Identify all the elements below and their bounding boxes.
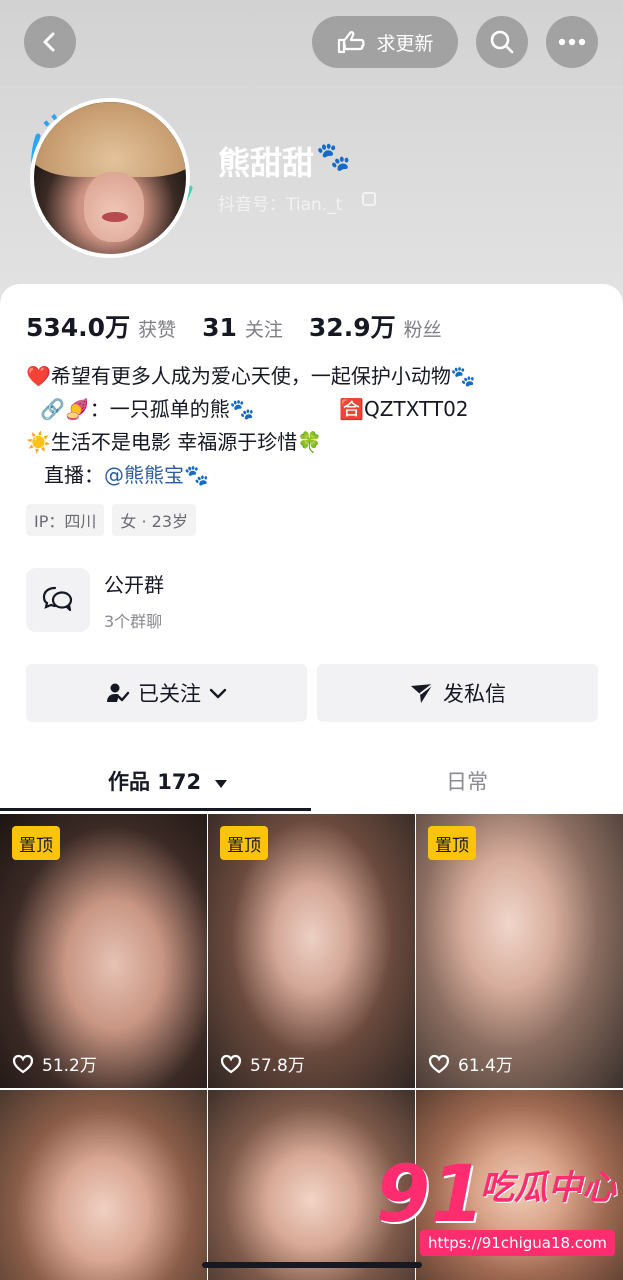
avatar[interactable]	[30, 98, 190, 258]
group-title: 公开群	[104, 572, 164, 597]
followed-label: 已关注	[138, 682, 201, 706]
user-check-icon	[107, 683, 130, 702]
video-thumbnail[interactable]: 置顶 61.4万	[416, 814, 623, 1088]
copy-icon[interactable]	[362, 192, 376, 206]
send-icon	[411, 683, 434, 703]
action-buttons: 已关注 发私信	[26, 664, 598, 722]
message-button[interactable]: 发私信	[317, 664, 598, 722]
bio-line: 🔗🍠：一只孤单的熊🐾 🈴QZTXTT02	[40, 397, 469, 421]
bio: ❤️希望有更多人成为爱心天使，一起保护小动物🐾 🔗🍠：一只孤单的熊🐾 🈴QZTX…	[26, 360, 476, 492]
video-thumbnail[interactable]: 置顶 57.8万	[208, 814, 415, 1088]
home-indicator[interactable]	[202, 1262, 422, 1268]
stat-followers[interactable]: 32.9万 粉丝	[309, 308, 442, 344]
more-button[interactable]	[546, 16, 598, 68]
public-group-entry[interactable]: 公开群 3个群聊	[26, 568, 164, 632]
video-likes: 57.8万	[220, 1051, 305, 1076]
site-watermark: 91 吃瓜中心 https://91chigua18.com	[370, 1150, 620, 1260]
profile-header: 求更新 熊甜甜 🐾 抖音号：Tian._t	[0, 0, 623, 300]
heart-icon	[220, 1054, 242, 1073]
watermark-text: 吃瓜中心	[480, 1168, 616, 1208]
live-mention-link[interactable]: @熊熊宝	[104, 463, 184, 487]
heart-icon	[428, 1054, 450, 1073]
douyin-id: 抖音号：Tian._t	[218, 195, 343, 215]
video-thumbnail[interactable]: 置顶 51.2万	[0, 814, 207, 1088]
pinned-badge: 置顶	[12, 826, 60, 860]
heart-icon	[12, 1054, 34, 1073]
back-button[interactable]	[24, 16, 76, 68]
bio-line: ❤️希望有更多人成为爱心天使，一起保护小动物🐾	[26, 364, 476, 388]
watermark-number: 91	[376, 1150, 485, 1240]
chat-bubbles-icon	[26, 568, 90, 632]
tab-indicator	[0, 808, 311, 811]
pinned-badge: 置顶	[220, 826, 268, 860]
gender-age-tag: 女 · 23岁	[112, 504, 196, 536]
caret-down-icon	[215, 780, 228, 788]
request-update-label: 求更新	[376, 32, 434, 55]
stat-likes[interactable]: 534.0万 获赞	[26, 308, 176, 344]
chevron-left-icon	[43, 32, 55, 52]
request-update-button[interactable]: 求更新	[312, 16, 458, 68]
pointing-hand-icon	[338, 31, 366, 54]
search-button[interactable]	[476, 16, 528, 68]
chevron-down-icon	[209, 688, 227, 699]
stat-following[interactable]: 31 关注	[202, 313, 283, 342]
video-likes: 61.4万	[428, 1051, 513, 1076]
bio-line: 直播：@熊熊宝🐾	[44, 463, 209, 487]
bio-line: ☀️生活不是电影 幸福源于珍惜🍀	[26, 430, 323, 454]
search-icon	[490, 30, 514, 54]
tab-daily[interactable]: 日常	[446, 766, 488, 796]
profile-card: 534.0万 获赞 31 关注 32.9万 粉丝 ❤️希望有更多人成为爱心天使，…	[0, 284, 623, 1280]
watermark-url: https://91chigua18.com	[420, 1230, 615, 1256]
ip-tag: IP：四川	[26, 504, 105, 536]
more-dots-icon	[558, 38, 586, 46]
video-likes: 51.2万	[12, 1051, 97, 1076]
video-thumbnail[interactable]	[0, 1090, 207, 1280]
content-tabs: 作品 172 日常	[0, 752, 623, 812]
stats-row: 534.0万 获赞 31 关注 32.9万 粉丝	[26, 308, 468, 344]
paw-icon: 🐾	[316, 140, 351, 173]
followed-button[interactable]: 已关注	[26, 664, 307, 722]
group-count: 3个群聊	[104, 611, 163, 631]
tab-works[interactable]: 作品 172	[108, 766, 228, 796]
message-label: 发私信	[443, 682, 506, 706]
profile-tags: IP：四川 女 · 23岁	[26, 504, 196, 536]
nickname: 熊甜甜	[218, 144, 315, 182]
pinned-badge: 置顶	[428, 826, 476, 860]
